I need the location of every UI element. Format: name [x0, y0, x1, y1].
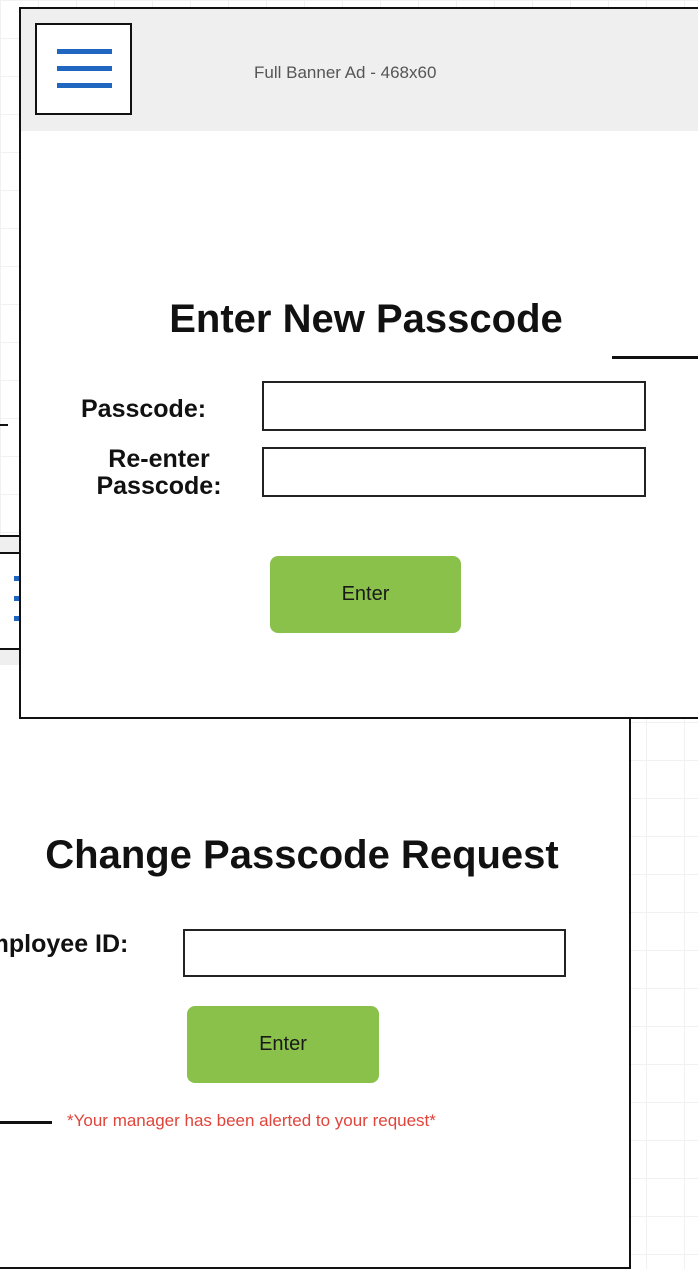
- employee-id-input[interactable]: [183, 929, 566, 977]
- front-header: Full Banner Ad - 468x60: [21, 9, 698, 131]
- reenter-label-line2: Passcode:: [96, 472, 222, 500]
- menu-icon: [57, 49, 112, 54]
- reenter-passcode-input[interactable]: [262, 447, 646, 497]
- manager-alert-message: *Your manager has been alerted to your r…: [67, 1111, 436, 1130]
- menu-icon-bar: [57, 66, 112, 71]
- reenter-passcode-label: Re-enter Passcode:: [79, 446, 239, 500]
- passcode-label: Passcode:: [81, 395, 207, 423]
- flow-connector-line: [612, 356, 698, 359]
- change-passcode-title: Change Passcode Request: [45, 833, 559, 877]
- passcode-enter-button[interactable]: Enter: [270, 556, 461, 633]
- banner-ad: Full Banner Ad - 468x60: [254, 63, 437, 82]
- request-enter-button[interactable]: Enter: [187, 1006, 379, 1083]
- new-passcode-frame: Full Banner Ad - 468x60 Enter New Passco…: [19, 7, 698, 719]
- passcode-input[interactable]: [262, 381, 646, 431]
- employee-id-label: Employee ID:: [0, 930, 129, 958]
- reenter-label-line1: Re-enter: [108, 445, 210, 473]
- hamburger-menu-button[interactable]: [35, 23, 132, 115]
- flow-arrow-stub: [0, 424, 8, 426]
- alert-connector-line: [0, 1121, 52, 1124]
- new-passcode-title: Enter New Passcode: [169, 297, 563, 341]
- menu-icon-bar: [57, 83, 112, 88]
